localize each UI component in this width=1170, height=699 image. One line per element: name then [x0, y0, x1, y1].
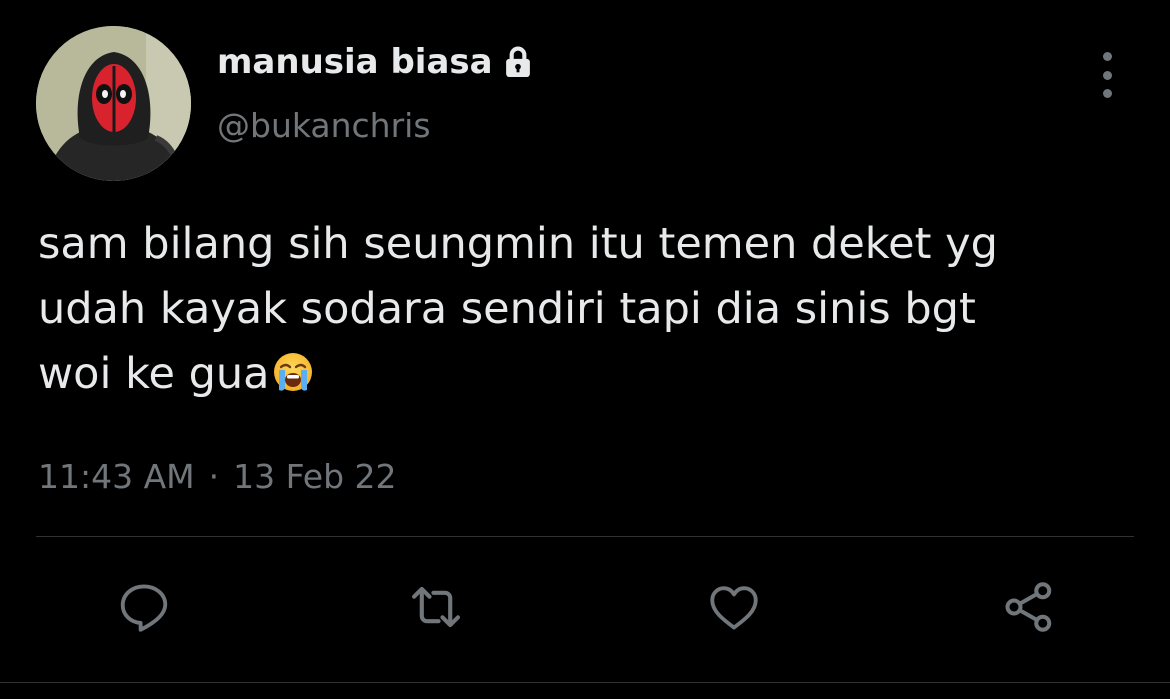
- divider: [0, 682, 1170, 683]
- retweet-button[interactable]: [405, 576, 467, 638]
- action-bar: [0, 576, 1170, 638]
- tweet-time: 11:43 AM: [38, 457, 195, 496]
- display-name-text: manusia biasa: [217, 42, 493, 82]
- reply-icon: [115, 578, 173, 636]
- lock-icon: [499, 43, 537, 81]
- author-display-name[interactable]: manusia biasa: [217, 40, 537, 84]
- share-button[interactable]: [998, 576, 1060, 638]
- like-button[interactable]: [703, 576, 765, 638]
- tweet-date: 13 Feb 22: [233, 457, 397, 496]
- avatar[interactable]: [36, 26, 191, 181]
- reply-button[interactable]: [113, 576, 175, 638]
- meta-separator: ·: [208, 457, 220, 496]
- more-options-button[interactable]: [1088, 52, 1126, 98]
- share-icon: [999, 577, 1059, 637]
- tweet-text: sam bilang sih seungmin itu temen deket …: [38, 212, 1138, 407]
- like-icon: [705, 578, 763, 636]
- loudly-crying-face-emoji-icon: [271, 348, 315, 392]
- retweet-icon: [405, 576, 467, 638]
- more-dot: [1102, 52, 1112, 61]
- more-dot: [1102, 89, 1112, 98]
- divider: [36, 536, 1134, 537]
- more-dot: [1102, 70, 1112, 80]
- author-handle[interactable]: @bukanchris: [217, 104, 431, 148]
- tweet-text-body: sam bilang sih seungmin itu temen deket …: [38, 219, 998, 399]
- tweet-timestamp[interactable]: 11:43 AM · 13 Feb 22: [38, 455, 397, 499]
